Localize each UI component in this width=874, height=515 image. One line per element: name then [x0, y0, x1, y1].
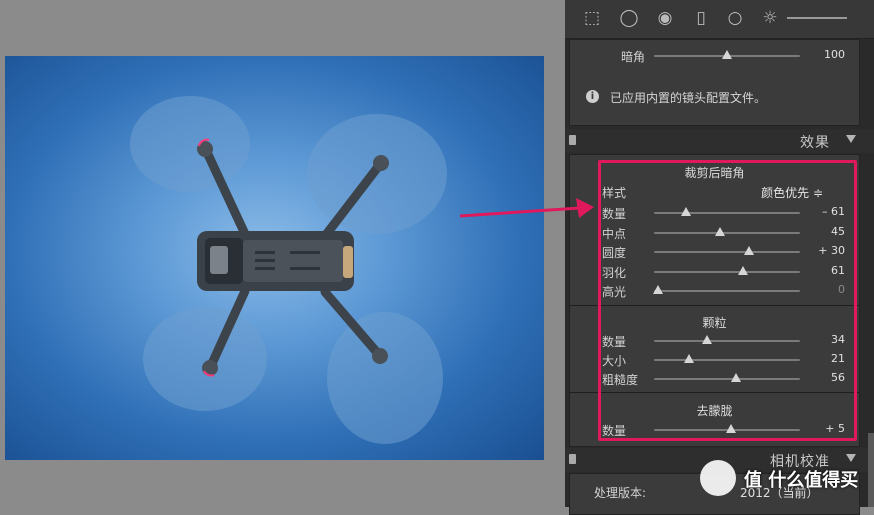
- drone-photo: [5, 56, 544, 460]
- drone-illustration: [130, 96, 447, 444]
- watermark-text: 值 什么值得买: [744, 470, 859, 491]
- lens-profile-info: 已应用内置的镜头配置文件。: [610, 91, 767, 105]
- info-icon: i: [586, 90, 599, 103]
- annotation-arrow: [459, 198, 594, 218]
- image-canvas: [0, 0, 565, 507]
- calibration-switch-icon[interactable]: [569, 454, 576, 464]
- vignette-thumb[interactable]: [722, 50, 732, 59]
- tool-size-slider[interactable]: [787, 17, 847, 19]
- vignette-track[interactable]: [654, 50, 800, 59]
- watermark-logo-icon: [700, 460, 736, 496]
- grid-select-icon[interactable]: ⬚: [580, 7, 604, 29]
- vignette-value[interactable]: 100: [795, 48, 845, 61]
- panel-scrollbar[interactable]: [868, 433, 874, 507]
- watermark: 值 什么值得买: [700, 458, 866, 502]
- radial-filter-icon[interactable]: ◉: [653, 7, 677, 29]
- process-label: 处理版本:: [594, 486, 647, 500]
- vignette-row: 暗角 100: [570, 46, 859, 65]
- effects-header[interactable]: 效果: [565, 129, 874, 153]
- circle-arrow-icon[interactable]: ◯: [617, 7, 641, 29]
- rectangle-icon[interactable]: ▯: [689, 7, 713, 29]
- collapse-triangle-icon[interactable]: [846, 135, 856, 143]
- sun-slider-icon[interactable]: ☼: [758, 7, 782, 29]
- lens-section: 暗角 100 i 已应用内置的镜头配置文件。: [569, 39, 860, 126]
- highlight-box: [598, 160, 857, 441]
- panel-switch-icon[interactable]: [569, 135, 576, 145]
- tool-strip: ⬚ ◯ ◉ ▯ ○ ☼: [565, 0, 874, 39]
- effects-title: 效果: [800, 135, 830, 151]
- circle-icon[interactable]: ○: [723, 7, 747, 29]
